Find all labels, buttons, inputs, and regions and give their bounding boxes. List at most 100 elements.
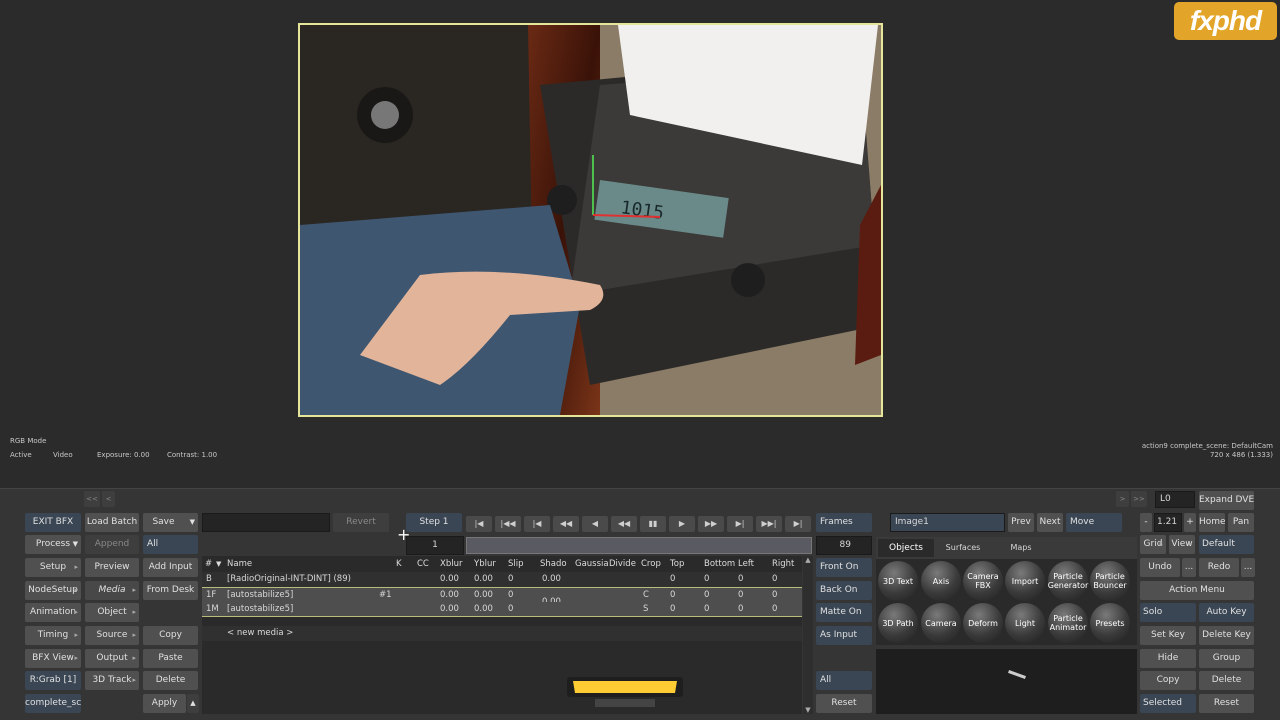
apply-button[interactable]: Apply xyxy=(143,694,186,713)
camera-node-icon[interactable]: Camera xyxy=(921,603,961,643)
redo-list-button[interactable]: ... xyxy=(1241,558,1255,577)
step-button[interactable]: Step 1 xyxy=(406,513,462,532)
delete-key-button[interactable]: Delete Key xyxy=(1199,626,1254,645)
revert-button[interactable]: Revert xyxy=(333,513,389,532)
prev-frame-icon[interactable]: ◀ xyxy=(582,516,608,532)
next-frame-icon[interactable]: ▶| xyxy=(727,516,753,532)
col-header-left[interactable]: Left xyxy=(738,556,754,572)
save-button[interactable]: Save ▼ xyxy=(143,513,198,532)
default-camera-button[interactable]: Default xyxy=(1199,535,1254,554)
table-row[interactable]: 1M [autostabilize5] 0.00 0.00 0 S 0 0 0 … xyxy=(202,602,802,617)
deform-node-icon[interactable]: Deform xyxy=(963,603,1003,643)
scroll-up-icon[interactable]: ▲ xyxy=(803,556,813,564)
particle-generator-node-icon[interactable]: Particle Generator xyxy=(1048,561,1088,601)
all-button[interactable]: All xyxy=(816,671,872,690)
timeline-bar[interactable] xyxy=(466,537,812,554)
home-button[interactable]: Home xyxy=(1199,513,1225,532)
prev-page-button[interactable]: << xyxy=(84,491,100,507)
light-node-icon[interactable]: Light xyxy=(1005,603,1045,643)
back-on-button[interactable]: Back On xyxy=(816,581,872,600)
front-on-button[interactable]: Front On xyxy=(816,558,872,577)
col-header-cc[interactable]: CC xyxy=(417,556,429,572)
undo-button[interactable]: Undo xyxy=(1140,558,1180,577)
view-button[interactable]: View xyxy=(1169,535,1195,554)
col-header-xblur[interactable]: Xblur xyxy=(440,556,462,572)
col-header-gaussian[interactable]: Gaussia xyxy=(575,556,609,572)
fast-forward-icon[interactable]: ▶▶ xyxy=(698,516,724,532)
zoom-in-button[interactable]: + xyxy=(1184,513,1196,532)
output-button[interactable]: Output xyxy=(85,649,139,668)
append-button[interactable]: Append xyxy=(85,535,139,554)
load-batch-button[interactable]: Load Batch xyxy=(85,513,139,532)
paste-media-button[interactable]: Paste xyxy=(143,649,198,668)
prev-button[interactable]: < xyxy=(102,491,115,507)
animation-button[interactable]: Animation xyxy=(25,603,81,622)
schematic-view[interactable] xyxy=(876,649,1137,714)
stop-icon[interactable]: ▮▮ xyxy=(640,516,666,532)
move-button[interactable]: Move xyxy=(1066,513,1122,532)
rgrab-button[interactable]: R:Grab [1] xyxy=(25,671,81,690)
next-key-icon[interactable]: ▶▶| xyxy=(756,516,782,532)
media-button[interactable]: Media xyxy=(85,581,139,600)
import-node-icon[interactable]: Import xyxy=(1005,561,1045,601)
col-header-right[interactable]: Right xyxy=(772,556,794,572)
redo-button[interactable]: Redo xyxy=(1199,558,1239,577)
layer-field[interactable]: L0 xyxy=(1155,491,1195,508)
timing-button[interactable]: Timing xyxy=(25,626,81,645)
selected-button[interactable]: Selected xyxy=(1140,694,1196,713)
particle-animator-node-icon[interactable]: Particle Animator xyxy=(1048,603,1088,643)
tab-objects[interactable]: Objects xyxy=(878,539,934,557)
process-button[interactable]: Process ▼ xyxy=(25,535,81,554)
next-object-button[interactable]: Next xyxy=(1037,513,1063,532)
video-frame[interactable]: 1015 xyxy=(298,23,883,417)
media-scrollbar[interactable]: ▲ ▼ xyxy=(803,556,813,714)
setup-name-field[interactable] xyxy=(202,513,330,532)
bfx-view-button[interactable]: BFX View xyxy=(25,649,81,668)
delete-object-button[interactable]: Delete xyxy=(1199,671,1254,690)
set-key-button[interactable]: Set Key xyxy=(1140,626,1196,645)
rewind-icon[interactable]: ◀◀ xyxy=(611,516,637,532)
zoom-field[interactable]: 1.21 xyxy=(1154,513,1182,532)
prev-key-icon[interactable]: |◀◀ xyxy=(495,516,521,532)
table-row[interactable]: 1F [autostabilize5] #1 0.00 0.00 0 0.00 … xyxy=(202,587,802,607)
axis-node-icon[interactable]: Axis xyxy=(921,561,961,601)
sort-icon[interactable]: ▼ xyxy=(216,556,221,572)
nodesetup-button[interactable]: NodeSetup xyxy=(25,581,81,600)
current-frame-field[interactable]: 1 xyxy=(406,536,464,555)
reset-media-button[interactable]: Reset xyxy=(816,694,872,713)
undo-list-button[interactable]: ... xyxy=(1182,558,1196,577)
hide-button[interactable]: Hide xyxy=(1140,649,1196,668)
up-arrow-icon[interactable]: ▲ xyxy=(187,694,199,713)
particle-bouncer-node-icon[interactable]: Particle Bouncer xyxy=(1090,561,1130,601)
next-button[interactable]: > xyxy=(1116,491,1129,507)
copy-media-button[interactable]: Copy xyxy=(143,626,198,645)
new-media-row[interactable]: < new media > xyxy=(202,626,802,641)
camera-fbx-node-icon[interactable]: Camera FBX xyxy=(963,561,1003,601)
col-header-shadow[interactable]: Shado xyxy=(540,556,567,572)
zoom-out-button[interactable]: - xyxy=(1140,513,1152,532)
complete-sc-button[interactable]: complete_sc xyxy=(25,694,81,713)
setup-button[interactable]: Setup xyxy=(25,558,81,577)
col-header-name[interactable]: Name xyxy=(227,556,252,572)
solo-button[interactable]: Solo xyxy=(1140,603,1196,622)
goto-start-icon[interactable]: |◀ xyxy=(466,516,492,532)
tab-surfaces[interactable]: Surfaces xyxy=(938,539,988,557)
tab-maps[interactable]: Maps xyxy=(1006,539,1036,557)
frames-field[interactable]: 89 xyxy=(816,536,872,555)
object-name-field[interactable]: Image1 xyxy=(890,513,1005,532)
from-desk-button[interactable]: From Desk xyxy=(143,581,198,600)
object-button[interactable]: Object xyxy=(85,603,139,622)
col-header-yblur[interactable]: Yblur xyxy=(474,556,496,572)
prev-frames-icon[interactable]: ◀◀ xyxy=(553,516,579,532)
grid-button[interactable]: Grid xyxy=(1140,535,1166,554)
col-header-crop[interactable]: Crop xyxy=(641,556,661,572)
col-header-divide[interactable]: Divide xyxy=(609,556,636,572)
col-header-bottom[interactable]: Bottom xyxy=(704,556,735,572)
col-header-k[interactable]: K xyxy=(396,556,402,572)
exit-bfx-button[interactable]: EXIT BFX xyxy=(25,513,81,532)
prev-object-button[interactable]: Prev xyxy=(1008,513,1034,532)
pan-button[interactable]: Pan xyxy=(1228,513,1254,532)
3d-track-button[interactable]: 3D Track xyxy=(85,671,139,690)
table-row[interactable]: B [RadioOriginal-INT-DINT] (89) 0.00 0.0… xyxy=(202,572,802,587)
all-input-button[interactable]: All xyxy=(143,535,198,554)
